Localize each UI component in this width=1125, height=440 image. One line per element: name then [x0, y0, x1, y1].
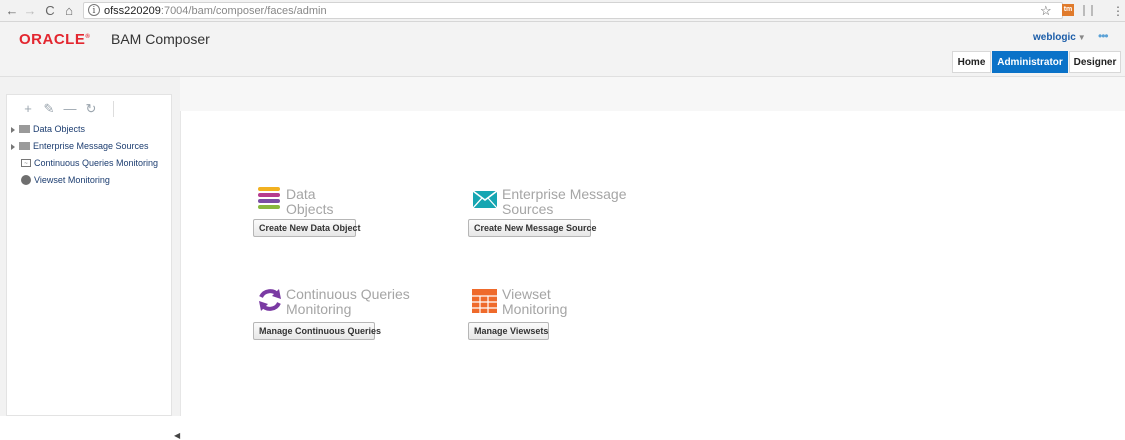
- admin-content: Data Objects Create New Data Object Ente…: [180, 111, 1125, 416]
- grid-table-icon: [472, 289, 497, 313]
- create-new-message-source-button[interactable]: Create New Message Source: [468, 219, 597, 237]
- left-panel: + ✎ — ↻ Data Objects Enterprise Message …: [0, 77, 180, 440]
- folder-icon: [19, 141, 30, 150]
- home-icon[interactable]: ⌂: [62, 3, 76, 19]
- app-header: ORACLE® BAM Composer weblogic ▼ ••• Home …: [0, 22, 1125, 77]
- envelope-icon: [473, 191, 497, 208]
- url-text: ofss220209:7004/bam/composer/faces/admin: [104, 4, 327, 18]
- url-path: :7004/bam/composer/faces/admin: [160, 5, 327, 17]
- data-objects-icon: [258, 187, 280, 209]
- chevron-down-icon: ▼: [1077, 33, 1086, 42]
- tree-item-viewset-monitoring[interactable]: Viewset Monitoring: [11, 173, 110, 187]
- tile-subtitle: Monitoring: [502, 301, 568, 317]
- tile-subtitle: Monitoring: [286, 301, 352, 317]
- reload-icon[interactable]: C: [43, 3, 57, 19]
- tab-home[interactable]: Home: [952, 51, 991, 73]
- address-bar[interactable]: i ofss220209:7004/bam/composer/faces/adm…: [83, 2, 1063, 19]
- url-host: ofss220209: [104, 5, 161, 17]
- oracle-logo: ORACLE®: [19, 31, 91, 48]
- content-header-strip: [180, 77, 1125, 111]
- tile-title: Enterprise Message: [502, 186, 627, 202]
- viewset-icon: [21, 174, 31, 185]
- more-icon[interactable]: •••: [1098, 29, 1109, 43]
- tile-title: Viewset: [502, 286, 551, 302]
- extension-icon-2[interactable]: [1083, 5, 1093, 16]
- manage-viewsets-button[interactable]: Manage Viewsets: [468, 322, 549, 340]
- tile-subtitle: Objects: [286, 201, 334, 217]
- user-menu[interactable]: weblogic ▼: [1033, 32, 1086, 43]
- tree-item-label: Continuous Queries Monitoring: [34, 158, 159, 168]
- create-new-data-object-button[interactable]: Create New Data Object: [253, 219, 361, 237]
- back-arrow-icon[interactable]: ←: [5, 3, 19, 19]
- navigator-tree-panel: + ✎ — ↻ Data Objects Enterprise Message …: [6, 94, 172, 416]
- tree-item-label: Viewset Monitoring: [34, 175, 110, 185]
- refresh-icon[interactable]: ↻: [84, 102, 98, 116]
- expand-triangle-icon[interactable]: [11, 143, 15, 150]
- remove-icon[interactable]: —: [63, 102, 77, 116]
- bookmark-star-icon[interactable]: ☆: [1040, 3, 1052, 19]
- tree-item-label: Enterprise Message Sources: [33, 141, 149, 151]
- edit-icon[interactable]: ✎: [42, 102, 56, 116]
- tile-title: Continuous Queries: [286, 286, 410, 302]
- tile-title: Data: [286, 186, 316, 202]
- tab-administrator[interactable]: Administrator: [992, 51, 1068, 73]
- info-icon[interactable]: i: [88, 4, 100, 16]
- refresh-cycle-icon: [259, 289, 281, 311]
- tab-designer[interactable]: Designer: [1069, 51, 1121, 73]
- tree-item-label: Data Objects: [33, 124, 86, 134]
- toolbar-divider: [113, 101, 114, 117]
- folder-icon: [19, 124, 30, 133]
- app-title: BAM Composer: [111, 31, 210, 47]
- tree-item-data-objects[interactable]: Data Objects: [11, 122, 85, 136]
- manage-continuous-queries-button[interactable]: Manage Continuous Queries: [253, 322, 381, 340]
- expand-triangle-icon[interactable]: [11, 126, 15, 133]
- collapse-panel-icon[interactable]: ◀: [174, 432, 180, 440]
- tile-subtitle: Sources: [502, 201, 554, 217]
- tree-item-continuous-queries-monitoring[interactable]: ~ Continuous Queries Monitoring: [11, 156, 158, 170]
- browser-toolbar: ← → C ⌂ i ofss220209:7004/bam/composer/f…: [0, 0, 1125, 22]
- browser-menu-icon[interactable]: ⋮: [1112, 3, 1124, 19]
- user-name: weblogic: [1033, 32, 1076, 43]
- monitor-icon: ~: [21, 158, 31, 167]
- forward-arrow-icon[interactable]: →: [23, 3, 37, 19]
- extension-icon[interactable]: tm: [1062, 4, 1074, 16]
- tree-item-enterprise-message-sources[interactable]: Enterprise Message Sources: [11, 139, 149, 153]
- add-icon[interactable]: +: [21, 102, 35, 116]
